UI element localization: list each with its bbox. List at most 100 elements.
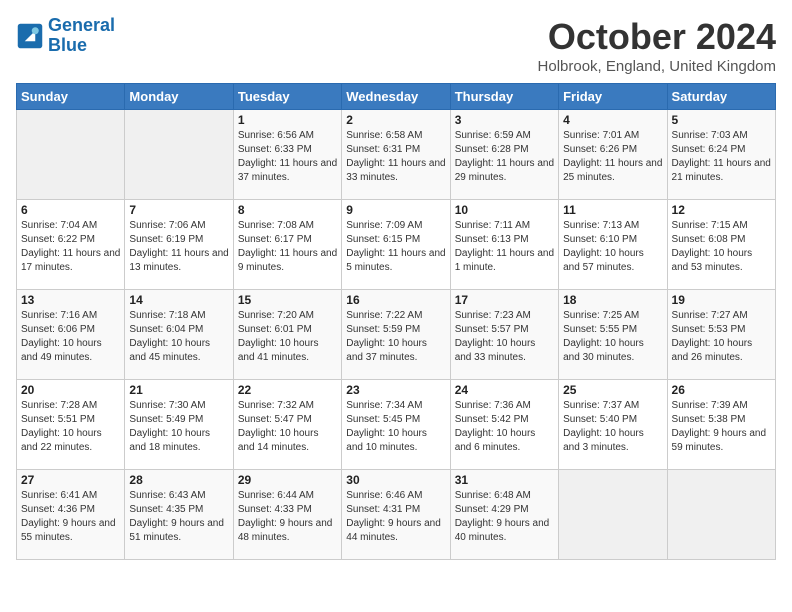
day-number: 29	[238, 473, 337, 487]
calendar-cell	[559, 470, 667, 560]
day-info: Sunrise: 7:18 AM Sunset: 6:04 PM Dayligh…	[129, 309, 228, 365]
calendar-cell: 11 Sunrise: 7:13 AM Sunset: 6:10 PM Dayli…	[559, 200, 667, 290]
weekday-header: Friday	[559, 84, 667, 110]
day-number: 16	[346, 293, 445, 307]
day-number: 13	[21, 293, 120, 307]
day-info: Sunrise: 6:56 AM Sunset: 6:33 PM Dayligh…	[238, 129, 337, 185]
day-info: Sunrise: 6:46 AM Sunset: 4:31 PM Dayligh…	[346, 489, 445, 545]
calendar-cell: 7Sunrise: 7:06 AM Sunset: 6:19 PM Daylig…	[125, 200, 233, 290]
calendar-week-row: 1 Sunrise: 6:56 AM Sunset: 6:33 PM Daylig…	[17, 110, 776, 200]
day-number: 4	[563, 113, 662, 127]
day-info: Sunrise: 7:34 AM Sunset: 5:45 PM Dayligh…	[346, 399, 445, 455]
day-info: Sunrise: 6:43 AM Sunset: 4:35 PM Dayligh…	[129, 489, 228, 545]
calendar-cell: 12 Sunrise: 7:15 AM Sunset: 6:08 PM Dayli…	[667, 200, 775, 290]
calendar-cell: 23 Sunrise: 7:34 AM Sunset: 5:45 PM Dayli…	[342, 380, 450, 470]
calendar-cell: 27 Sunrise: 6:41 AM Sunset: 4:36 PM Dayli…	[17, 470, 125, 560]
day-number: 10	[455, 203, 554, 217]
day-info: Sunrise: 7:22 AM Sunset: 5:59 PM Dayligh…	[346, 309, 445, 365]
day-info: Sunrise: 7:16 AM Sunset: 6:06 PM Dayligh…	[21, 309, 120, 365]
day-info: Sunrise: 6:41 AM Sunset: 4:36 PM Dayligh…	[21, 489, 120, 545]
day-number: 26	[672, 383, 771, 397]
day-number: 3	[455, 113, 554, 127]
day-number: 6	[21, 203, 120, 217]
day-number: 7	[129, 203, 228, 217]
weekday-header: Thursday	[450, 84, 558, 110]
calendar-cell: 18Sunrise: 7:25 AM Sunset: 5:55 PM Dayli…	[559, 290, 667, 380]
day-number: 1	[238, 113, 337, 127]
calendar-cell	[667, 470, 775, 560]
day-number: 15	[238, 293, 337, 307]
day-number: 27	[21, 473, 120, 487]
day-number: 20	[21, 383, 120, 397]
calendar-cell: 26 Sunrise: 7:39 AM Sunset: 5:38 PM Dayli…	[667, 380, 775, 470]
day-info: Sunrise: 7:39 AM Sunset: 5:38 PM Dayligh…	[672, 399, 771, 455]
title-block: October 2024 Holbrook, England, United K…	[538, 16, 776, 75]
weekday-header: Wednesday	[342, 84, 450, 110]
calendar-week-row: 13 Sunrise: 7:16 AM Sunset: 6:06 PM Dayli…	[17, 290, 776, 380]
calendar-cell: 19Sunrise: 7:27 AM Sunset: 5:53 PM Dayli…	[667, 290, 775, 380]
logo-icon	[16, 22, 44, 50]
month-title: October 2024	[538, 16, 776, 58]
day-number: 9	[346, 203, 445, 217]
calendar-body: 1 Sunrise: 6:56 AM Sunset: 6:33 PM Daylig…	[17, 110, 776, 560]
day-info: Sunrise: 7:32 AM Sunset: 5:47 PM Dayligh…	[238, 399, 337, 455]
calendar-cell: 4 Sunrise: 7:01 AM Sunset: 6:26 PM Daylig…	[559, 110, 667, 200]
calendar-cell: 25 Sunrise: 7:37 AM Sunset: 5:40 PM Dayli…	[559, 380, 667, 470]
day-info: Sunrise: 7:15 AM Sunset: 6:08 PM Dayligh…	[672, 219, 771, 275]
day-number: 17	[455, 293, 554, 307]
day-number: 24	[455, 383, 554, 397]
calendar-cell: 10 Sunrise: 7:11 AM Sunset: 6:13 PM Dayli…	[450, 200, 558, 290]
page-header: General Blue October 2024 Holbrook, Engl…	[16, 16, 776, 75]
day-number: 8	[238, 203, 337, 217]
day-info: Sunrise: 6:58 AM Sunset: 6:31 PM Dayligh…	[346, 129, 445, 185]
calendar-cell: 6Sunrise: 7:04 AM Sunset: 6:22 PM Daylig…	[17, 200, 125, 290]
day-number: 25	[563, 383, 662, 397]
calendar-week-row: 27 Sunrise: 6:41 AM Sunset: 4:36 PM Dayli…	[17, 470, 776, 560]
day-info: Sunrise: 7:09 AM Sunset: 6:15 PM Dayligh…	[346, 219, 445, 275]
calendar-cell: 30Sunrise: 6:46 AM Sunset: 4:31 PM Dayli…	[342, 470, 450, 560]
day-info: Sunrise: 7:01 AM Sunset: 6:26 PM Dayligh…	[563, 129, 662, 185]
calendar-cell: 20 Sunrise: 7:28 AM Sunset: 5:51 PM Dayli…	[17, 380, 125, 470]
day-info: Sunrise: 7:03 AM Sunset: 6:24 PM Dayligh…	[672, 129, 771, 185]
day-number: 14	[129, 293, 228, 307]
calendar-cell: 13 Sunrise: 7:16 AM Sunset: 6:06 PM Dayli…	[17, 290, 125, 380]
weekday-header: Monday	[125, 84, 233, 110]
calendar-cell: 5 Sunrise: 7:03 AM Sunset: 6:24 PM Daylig…	[667, 110, 775, 200]
calendar-cell: 29Sunrise: 6:44 AM Sunset: 4:33 PM Dayli…	[233, 470, 341, 560]
day-info: Sunrise: 7:28 AM Sunset: 5:51 PM Dayligh…	[21, 399, 120, 455]
day-info: Sunrise: 7:08 AM Sunset: 6:17 PM Dayligh…	[238, 219, 337, 275]
day-info: Sunrise: 7:11 AM Sunset: 6:13 PM Dayligh…	[455, 219, 554, 275]
calendar-cell: 2Sunrise: 6:58 AM Sunset: 6:31 PM Daylig…	[342, 110, 450, 200]
calendar-cell: 21 Sunrise: 7:30 AM Sunset: 5:49 PM Dayli…	[125, 380, 233, 470]
day-info: Sunrise: 7:25 AM Sunset: 5:55 PM Dayligh…	[563, 309, 662, 365]
day-number: 31	[455, 473, 554, 487]
day-number: 11	[563, 203, 662, 217]
day-number: 21	[129, 383, 228, 397]
day-info: Sunrise: 6:48 AM Sunset: 4:29 PM Dayligh…	[455, 489, 554, 545]
day-info: Sunrise: 6:59 AM Sunset: 6:28 PM Dayligh…	[455, 129, 554, 185]
day-number: 5	[672, 113, 771, 127]
logo-text: General Blue	[48, 16, 115, 56]
calendar-cell: 22Sunrise: 7:32 AM Sunset: 5:47 PM Dayli…	[233, 380, 341, 470]
calendar-cell	[125, 110, 233, 200]
day-number: 28	[129, 473, 228, 487]
weekday-row: SundayMondayTuesdayWednesdayThursdayFrid…	[17, 84, 776, 110]
calendar-week-row: 20 Sunrise: 7:28 AM Sunset: 5:51 PM Dayli…	[17, 380, 776, 470]
logo-line2: Blue	[48, 35, 87, 55]
calendar-header: SundayMondayTuesdayWednesdayThursdayFrid…	[17, 84, 776, 110]
calendar-cell: 3 Sunrise: 6:59 AM Sunset: 6:28 PM Daylig…	[450, 110, 558, 200]
calendar-cell: 9 Sunrise: 7:09 AM Sunset: 6:15 PM Daylig…	[342, 200, 450, 290]
day-number: 23	[346, 383, 445, 397]
weekday-header: Saturday	[667, 84, 775, 110]
calendar-cell: 16 Sunrise: 7:22 AM Sunset: 5:59 PM Dayli…	[342, 290, 450, 380]
calendar-cell: 14 Sunrise: 7:18 AM Sunset: 6:04 PM Dayli…	[125, 290, 233, 380]
day-info: Sunrise: 7:13 AM Sunset: 6:10 PM Dayligh…	[563, 219, 662, 275]
day-info: Sunrise: 7:30 AM Sunset: 5:49 PM Dayligh…	[129, 399, 228, 455]
calendar-cell: 17Sunrise: 7:23 AM Sunset: 5:57 PM Dayli…	[450, 290, 558, 380]
calendar-table: SundayMondayTuesdayWednesdayThursdayFrid…	[16, 83, 776, 560]
calendar-cell: 31 Sunrise: 6:48 AM Sunset: 4:29 PM Dayli…	[450, 470, 558, 560]
day-info: Sunrise: 7:36 AM Sunset: 5:42 PM Dayligh…	[455, 399, 554, 455]
day-info: Sunrise: 7:37 AM Sunset: 5:40 PM Dayligh…	[563, 399, 662, 455]
day-info: Sunrise: 7:27 AM Sunset: 5:53 PM Dayligh…	[672, 309, 771, 365]
day-number: 12	[672, 203, 771, 217]
